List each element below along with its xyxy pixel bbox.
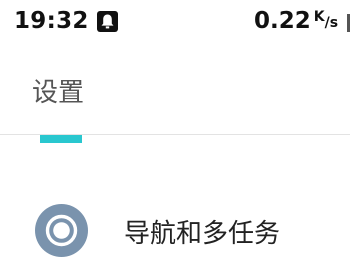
page-title: 设置 bbox=[32, 78, 85, 108]
status-bar: 19:32 0.22 K/s bbox=[0, 0, 350, 44]
list-item-label: 导航和多任务 bbox=[124, 219, 281, 249]
network-speed-unit-slash: / bbox=[324, 15, 330, 31]
network-speed-unit-s: s bbox=[329, 15, 339, 31]
navigation-circle-icon bbox=[35, 204, 88, 257]
status-time: 19:32 bbox=[14, 8, 89, 34]
network-speed: 0.22 K/s bbox=[254, 8, 338, 34]
list-item-navigation-multitask[interactable]: 导航和多任务 bbox=[0, 196, 350, 260]
app-bar: 设置 bbox=[0, 44, 350, 135]
bell-icon bbox=[97, 11, 118, 32]
tab-indicator bbox=[40, 135, 82, 143]
network-speed-value: 0.22 bbox=[254, 8, 311, 34]
settings-screen: 19:32 0.22 K/s 设置 导航和多任务 bbox=[0, 0, 350, 260]
network-speed-unit-k: K bbox=[313, 9, 325, 25]
